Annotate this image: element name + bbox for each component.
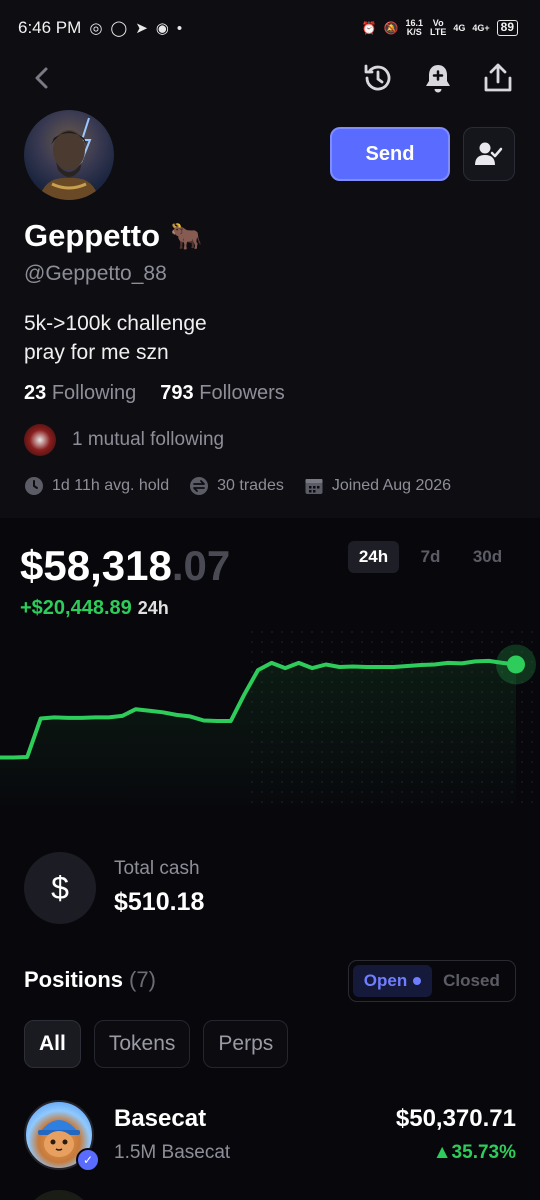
joined-text: Joined Aug 2026 xyxy=(331,477,452,494)
active-dot-icon xyxy=(413,977,422,985)
positions-title-text: Positions xyxy=(24,967,124,992)
following-count: 23 xyxy=(24,382,47,404)
range-tab-7d[interactable]: 7d xyxy=(405,541,456,573)
verified-badge-icon: ✓ xyxy=(76,1148,100,1172)
balance-cents: .07 xyxy=(171,542,231,589)
pnl-period: 24h xyxy=(137,598,169,618)
token-value: $50,370.71 xyxy=(395,1105,516,1132)
telegram-icon: ➤ xyxy=(135,20,148,37)
follow-button[interactable] xyxy=(463,127,515,181)
followers-label: Followers xyxy=(199,382,285,404)
avg-hold-stat: 1d 11h avg. hold xyxy=(24,476,169,496)
avatar-image xyxy=(39,117,99,200)
cash-label: Total cash xyxy=(114,858,200,879)
mutual-text: 1 mutual following xyxy=(72,429,225,450)
dollar-icon: $ xyxy=(24,852,96,924)
range-tabs: 24h 7d 30d xyxy=(348,541,513,573)
toggle-closed[interactable]: Closed xyxy=(432,965,511,997)
calendar-icon xyxy=(305,479,323,494)
filter-perps[interactable]: Perps xyxy=(203,1020,289,1068)
balance-main: $58,318 xyxy=(20,542,172,589)
profile-name: Geppetto 🐂 xyxy=(24,218,202,254)
open-closed-toggle: Open Closed xyxy=(348,960,516,1002)
chart-series xyxy=(0,644,536,810)
chart-area-fill xyxy=(0,660,516,810)
net-speed: 16.1 K/S xyxy=(405,18,424,37)
positions-count: (7) xyxy=(129,967,156,992)
share-button[interactable] xyxy=(476,56,520,100)
pnl-value: +$20,448.89 xyxy=(20,597,132,619)
token-name: Basecat xyxy=(114,1105,207,1132)
mutual-avatar xyxy=(24,424,56,456)
whatsapp-icon: ◎ xyxy=(89,20,103,37)
token-change: ▲35.73% xyxy=(432,1142,516,1163)
following-label: Following xyxy=(51,382,137,404)
alarm-icon: ⏰ xyxy=(361,21,377,35)
user-check-icon xyxy=(475,142,503,165)
range-tab-30d[interactable]: 30d xyxy=(462,541,513,573)
chevron-left-icon xyxy=(35,67,48,89)
top-nav xyxy=(0,56,540,102)
mute-icon: 🔕 xyxy=(383,21,399,35)
signal-4g: 4G xyxy=(453,22,466,33)
bull-emoji: 🐂 xyxy=(170,220,203,251)
following-link[interactable]: 23 Following xyxy=(24,382,136,405)
swap-icon xyxy=(190,477,209,495)
status-right: ⏰ 🔕 16.1 K/S Vo LTE 4G 4G+ 89 xyxy=(362,19,518,37)
discord-icon: ◉ xyxy=(155,20,169,37)
profile-avatar[interactable] xyxy=(24,110,114,200)
chart-endpoint-point xyxy=(507,655,525,674)
notify-button[interactable] xyxy=(416,56,460,100)
range-tab-24h[interactable]: 24h xyxy=(348,541,399,573)
history-icon xyxy=(364,64,391,91)
status-left: 6:46 PM ◎ ◯ ➤ ◉ • xyxy=(18,18,182,38)
share-icon xyxy=(484,63,512,92)
clock-icon xyxy=(25,477,43,495)
followers-link[interactable]: 793 Followers xyxy=(160,382,285,405)
battery-indicator: 89 xyxy=(496,20,518,36)
status-time: 6:46 PM xyxy=(18,18,82,37)
trades-stat: 30 trades xyxy=(189,476,284,496)
profile-handle: @Geppetto_88 xyxy=(24,262,167,285)
chat-icon: ◯ xyxy=(110,20,128,37)
joined-stat: Joined Aug 2026 xyxy=(304,476,451,496)
bio-line-2: pray for me szn xyxy=(24,341,169,364)
trades-text: 30 trades xyxy=(217,477,284,494)
profile-name-text: Geppetto xyxy=(24,218,161,253)
profile-stats: 1d 11h avg. hold 30 trades Joined Aug 20… xyxy=(24,476,451,496)
token-amount: 1.5M Basecat xyxy=(114,1142,231,1163)
positions-title: Positions (7) xyxy=(24,967,156,993)
profile-bio: 5k->100k challenge pray for me szn xyxy=(24,309,207,367)
mutual-following[interactable]: 1 mutual following xyxy=(24,424,224,456)
follow-counts: 23 Following 793 Followers xyxy=(24,382,285,405)
bell-plus-icon xyxy=(426,65,450,93)
portfolio-chart[interactable] xyxy=(0,630,540,810)
position-filters: All Tokens Perps xyxy=(24,1020,289,1068)
history-button[interactable] xyxy=(356,56,400,100)
toggle-open[interactable]: Open xyxy=(353,965,432,997)
avg-hold-text: 1d 11h avg. hold xyxy=(52,477,170,494)
portfolio-balance: $58,318.07 xyxy=(20,542,230,590)
volte-indicator: Vo LTE xyxy=(430,18,447,37)
portfolio-pnl: +$20,448.89 24h xyxy=(20,597,169,620)
position-row[interactable]: ✓ Basecat 1.5M Basecat $50,370.71 ▲35.73… xyxy=(24,1100,516,1172)
bio-line-1: 5k->100k challenge xyxy=(24,312,207,335)
filter-tokens[interactable]: Tokens xyxy=(93,1020,191,1068)
back-button[interactable] xyxy=(20,56,64,100)
more-notifications-icon: • xyxy=(176,19,183,37)
signal-4g-plus: 4G+ xyxy=(472,22,490,33)
cash-value: $510.18 xyxy=(114,888,205,916)
toggle-open-label: Open xyxy=(363,971,408,990)
send-button[interactable]: Send xyxy=(330,127,450,181)
status-bar: 6:46 PM ◎ ◯ ➤ ◉ • ⏰ 🔕 16.1 K/S Vo LTE 4G 4… xyxy=(0,0,540,56)
filter-all[interactable]: All xyxy=(24,1020,81,1068)
followers-count: 793 xyxy=(160,382,194,404)
